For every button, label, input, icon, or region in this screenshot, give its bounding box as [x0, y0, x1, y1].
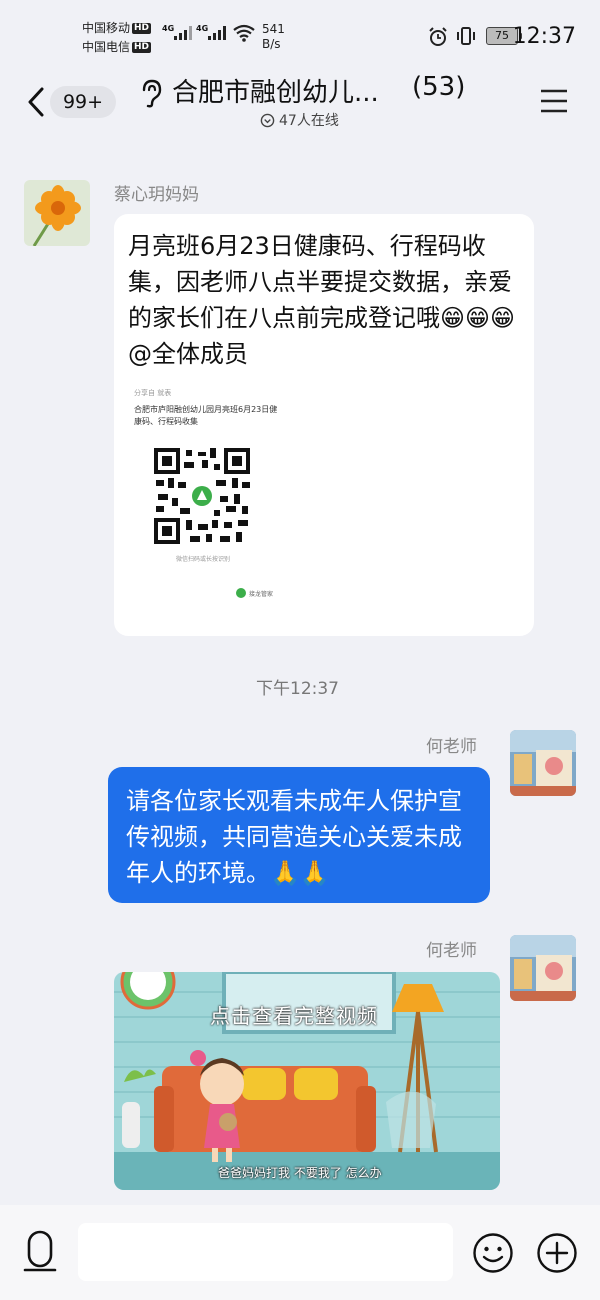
- poster-avatar-image: [510, 730, 576, 796]
- online-count: 47人在线: [279, 113, 339, 129]
- brand-logo-icon: [236, 588, 246, 598]
- back-arrow-icon[interactable]: [24, 86, 48, 118]
- menu-icon[interactable]: [540, 88, 568, 114]
- message-input[interactable]: [78, 1223, 453, 1281]
- chat-title[interactable]: 合肥市融创幼儿...: [172, 72, 379, 109]
- avatar-sender-1[interactable]: [24, 180, 90, 246]
- sender-name: 何老师: [426, 941, 477, 961]
- status-bar: 中国移动 HD 中国电信 HD 4G 4G 541 B/s 75 12:37: [0, 0, 600, 70]
- qr-code-image[interactable]: [154, 448, 250, 544]
- timestamp: 下午12:37: [256, 679, 339, 699]
- ear-icon[interactable]: [138, 78, 164, 108]
- message-bubble[interactable]: 月亮班6月23日健康码、行程码收集，因老师八点半要提交数据，亲爱的家长们在八点前…: [114, 214, 534, 636]
- network-type-1: 4G: [162, 24, 175, 33]
- add-icon[interactable]: [536, 1232, 578, 1274]
- flower-avatar-image: [24, 180, 90, 246]
- vibrate-icon: [457, 27, 475, 45]
- online-status[interactable]: 47人在线: [260, 110, 339, 130]
- poster-avatar-image: [510, 935, 576, 1001]
- video-overlay-text: 点击查看完整视频: [210, 1004, 378, 1028]
- video-message[interactable]: 点击查看完整视频 爸爸妈妈打我 不要我了 怎么办: [114, 972, 500, 1190]
- card-tag: 分享自 就表: [134, 389, 172, 397]
- carrier-1: 中国移动 HD: [82, 21, 152, 35]
- voice-icon[interactable]: [22, 1230, 58, 1278]
- message-bubble[interactable]: 请各位家长观看未成年人保护宣传视频，共同营造关心关爱未成年人的环境。🙏🙏: [108, 767, 490, 903]
- unread-badge[interactable]: 99+: [50, 86, 116, 118]
- card-title: 合肥市庐阳融创幼儿园月亮班6月23日健康码、行程码收集: [134, 405, 278, 426]
- carrier-2: 中国电信 HD: [82, 40, 152, 54]
- wifi-icon: [233, 24, 255, 42]
- sender-name: 何老师: [426, 737, 477, 757]
- avatar-sender-3[interactable]: [510, 935, 576, 1001]
- avatar-sender-2[interactable]: [510, 730, 576, 796]
- sender-name: 蔡心玥妈妈: [114, 185, 199, 205]
- chevron-down-circle-icon: [260, 113, 275, 127]
- card-brand: 接龙管家: [236, 588, 273, 598]
- emoji-icon[interactable]: [472, 1232, 514, 1274]
- message-text: 请各位家长观看未成年人保护宣传视频，共同营造关心关爱未成年人的环境。🙏🙏: [126, 787, 462, 887]
- video-subtitle: 爸爸妈妈打我 不要我了 怎么办: [218, 1166, 382, 1180]
- signal-icon-2: [208, 26, 226, 40]
- network-speed: 541 B/s: [262, 22, 285, 51]
- alarm-icon: [429, 27, 447, 46]
- clock: 12:37: [512, 24, 576, 49]
- message-text: 月亮班6月23日健康码、行程码收集，因老师八点半要提交数据，亲爱的家长们在八点前…: [128, 232, 516, 368]
- signal-icon-1: [174, 26, 192, 40]
- member-count: (53): [412, 72, 466, 102]
- qr-caption: 微信扫码或长按识别: [176, 556, 231, 563]
- network-type-2: 4G: [196, 24, 209, 33]
